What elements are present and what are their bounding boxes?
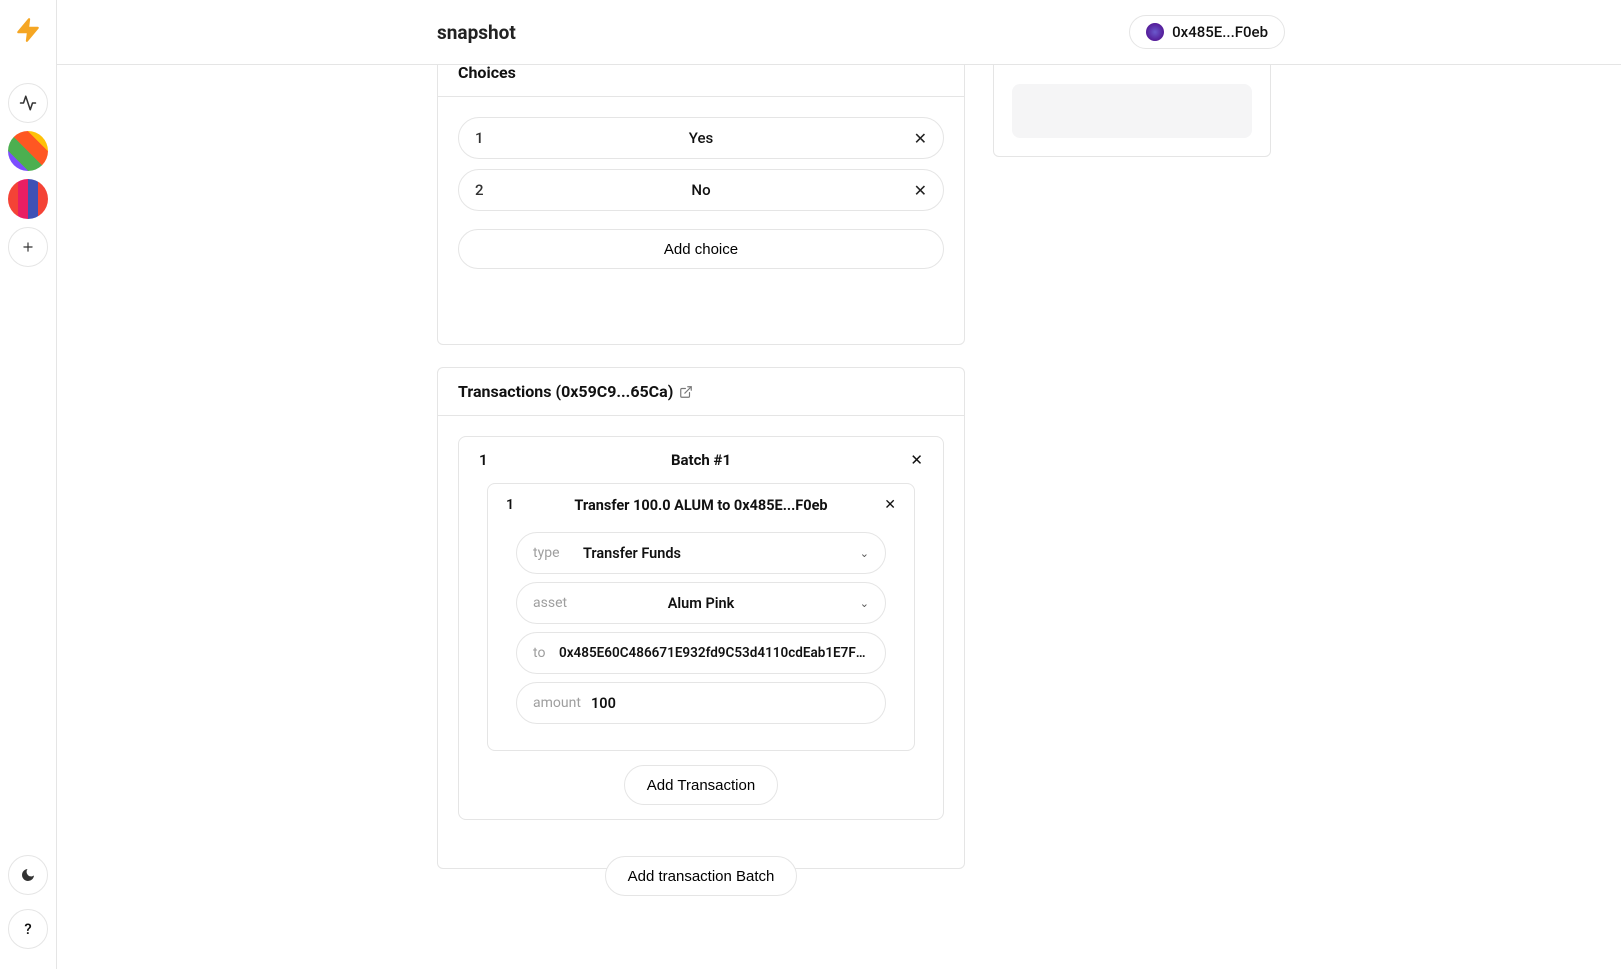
chevron-down-icon: ⌄ xyxy=(860,597,869,610)
batch-header: 1 Batch #1 ✕ xyxy=(459,437,943,483)
main-content: Choices 1 Yes ✕ 2 No ✕ Add choice Transa… xyxy=(57,65,1621,969)
transactions-title-row: Transactions (0x59C9...65Ca) xyxy=(438,368,964,416)
chevron-down-icon: ⌄ xyxy=(860,547,869,560)
choices-card: Choices 1 Yes ✕ 2 No ✕ Add choice xyxy=(437,65,965,345)
to-input[interactable]: to 0x485E60C486671E932fd9C53d4110cdEab1E… xyxy=(516,632,886,674)
choices-title: Choices xyxy=(438,65,964,97)
asset-label: asset xyxy=(533,595,575,611)
right-side-card xyxy=(993,65,1271,157)
wallet-address: 0x485E...F0eb xyxy=(1172,23,1268,41)
type-value: Transfer Funds xyxy=(583,545,681,562)
to-value: 0x485E60C486671E932fd9C53d4110cdEab1E7F0… xyxy=(559,645,869,661)
choice-label: No xyxy=(459,181,943,199)
remove-batch-icon[interactable]: ✕ xyxy=(910,451,923,469)
topbar: snapshot 0x485E...F0eb xyxy=(57,0,1621,65)
help-button[interactable]: ? xyxy=(8,909,48,949)
add-batch-button[interactable]: Add transaction Batch xyxy=(605,856,798,896)
wallet-button[interactable]: 0x485E...F0eb xyxy=(1129,15,1285,49)
type-select[interactable]: type Transfer Funds ⌄ xyxy=(516,532,886,574)
dark-mode-toggle[interactable] xyxy=(8,855,48,895)
transfer-title: Transfer 100.0 ALUM to 0x485E...F0eb xyxy=(488,497,914,514)
to-label: to xyxy=(533,645,551,661)
space-avatar-1[interactable] xyxy=(8,131,48,171)
transfer-box: 1 Transfer 100.0 ALUM to 0x485E...F0eb ✕… xyxy=(487,483,915,751)
transactions-title: Transactions (0x59C9...65Ca) xyxy=(458,382,673,401)
brand-title: snapshot xyxy=(437,21,516,44)
external-link-icon[interactable] xyxy=(679,385,693,399)
choice-index: 1 xyxy=(475,129,484,147)
remove-choice-icon[interactable]: ✕ xyxy=(914,181,927,200)
transfer-index: 1 xyxy=(506,497,514,513)
add-space-button[interactable] xyxy=(8,227,48,267)
batch-container: 1 Batch #1 ✕ 1 Transfer 100.0 ALUM to 0x… xyxy=(458,436,944,820)
batch-title: Batch #1 xyxy=(459,451,943,469)
add-transaction-button[interactable]: Add Transaction xyxy=(624,765,778,805)
wallet-avatar-icon xyxy=(1146,23,1164,41)
space-avatar-2[interactable] xyxy=(8,179,48,219)
transactions-card: Transactions (0x59C9...65Ca) 1 Batch #1 … xyxy=(437,367,965,869)
type-label: type xyxy=(533,545,575,561)
sidebar: ? xyxy=(0,0,57,969)
amount-value: 100 xyxy=(591,695,616,712)
batch-index: 1 xyxy=(479,451,488,469)
choice-label: Yes xyxy=(459,129,943,147)
amount-label: amount xyxy=(533,695,583,711)
choice-row-1[interactable]: 1 Yes ✕ xyxy=(458,117,944,159)
activity-icon[interactable] xyxy=(8,83,48,123)
transfer-header: 1 Transfer 100.0 ALUM to 0x485E...F0eb ✕ xyxy=(488,484,914,526)
remove-choice-icon[interactable]: ✕ xyxy=(914,129,927,148)
choice-row-2[interactable]: 2 No ✕ xyxy=(458,169,944,211)
amount-input[interactable]: amount 100 xyxy=(516,682,886,724)
logo-icon[interactable] xyxy=(13,15,43,45)
add-choice-button[interactable]: Add choice xyxy=(458,229,944,269)
remove-transfer-icon[interactable]: ✕ xyxy=(884,497,896,513)
asset-select[interactable]: asset Alum Pink ⌄ xyxy=(516,582,886,624)
right-card-placeholder[interactable] xyxy=(1012,84,1252,138)
choice-index: 2 xyxy=(475,181,484,199)
